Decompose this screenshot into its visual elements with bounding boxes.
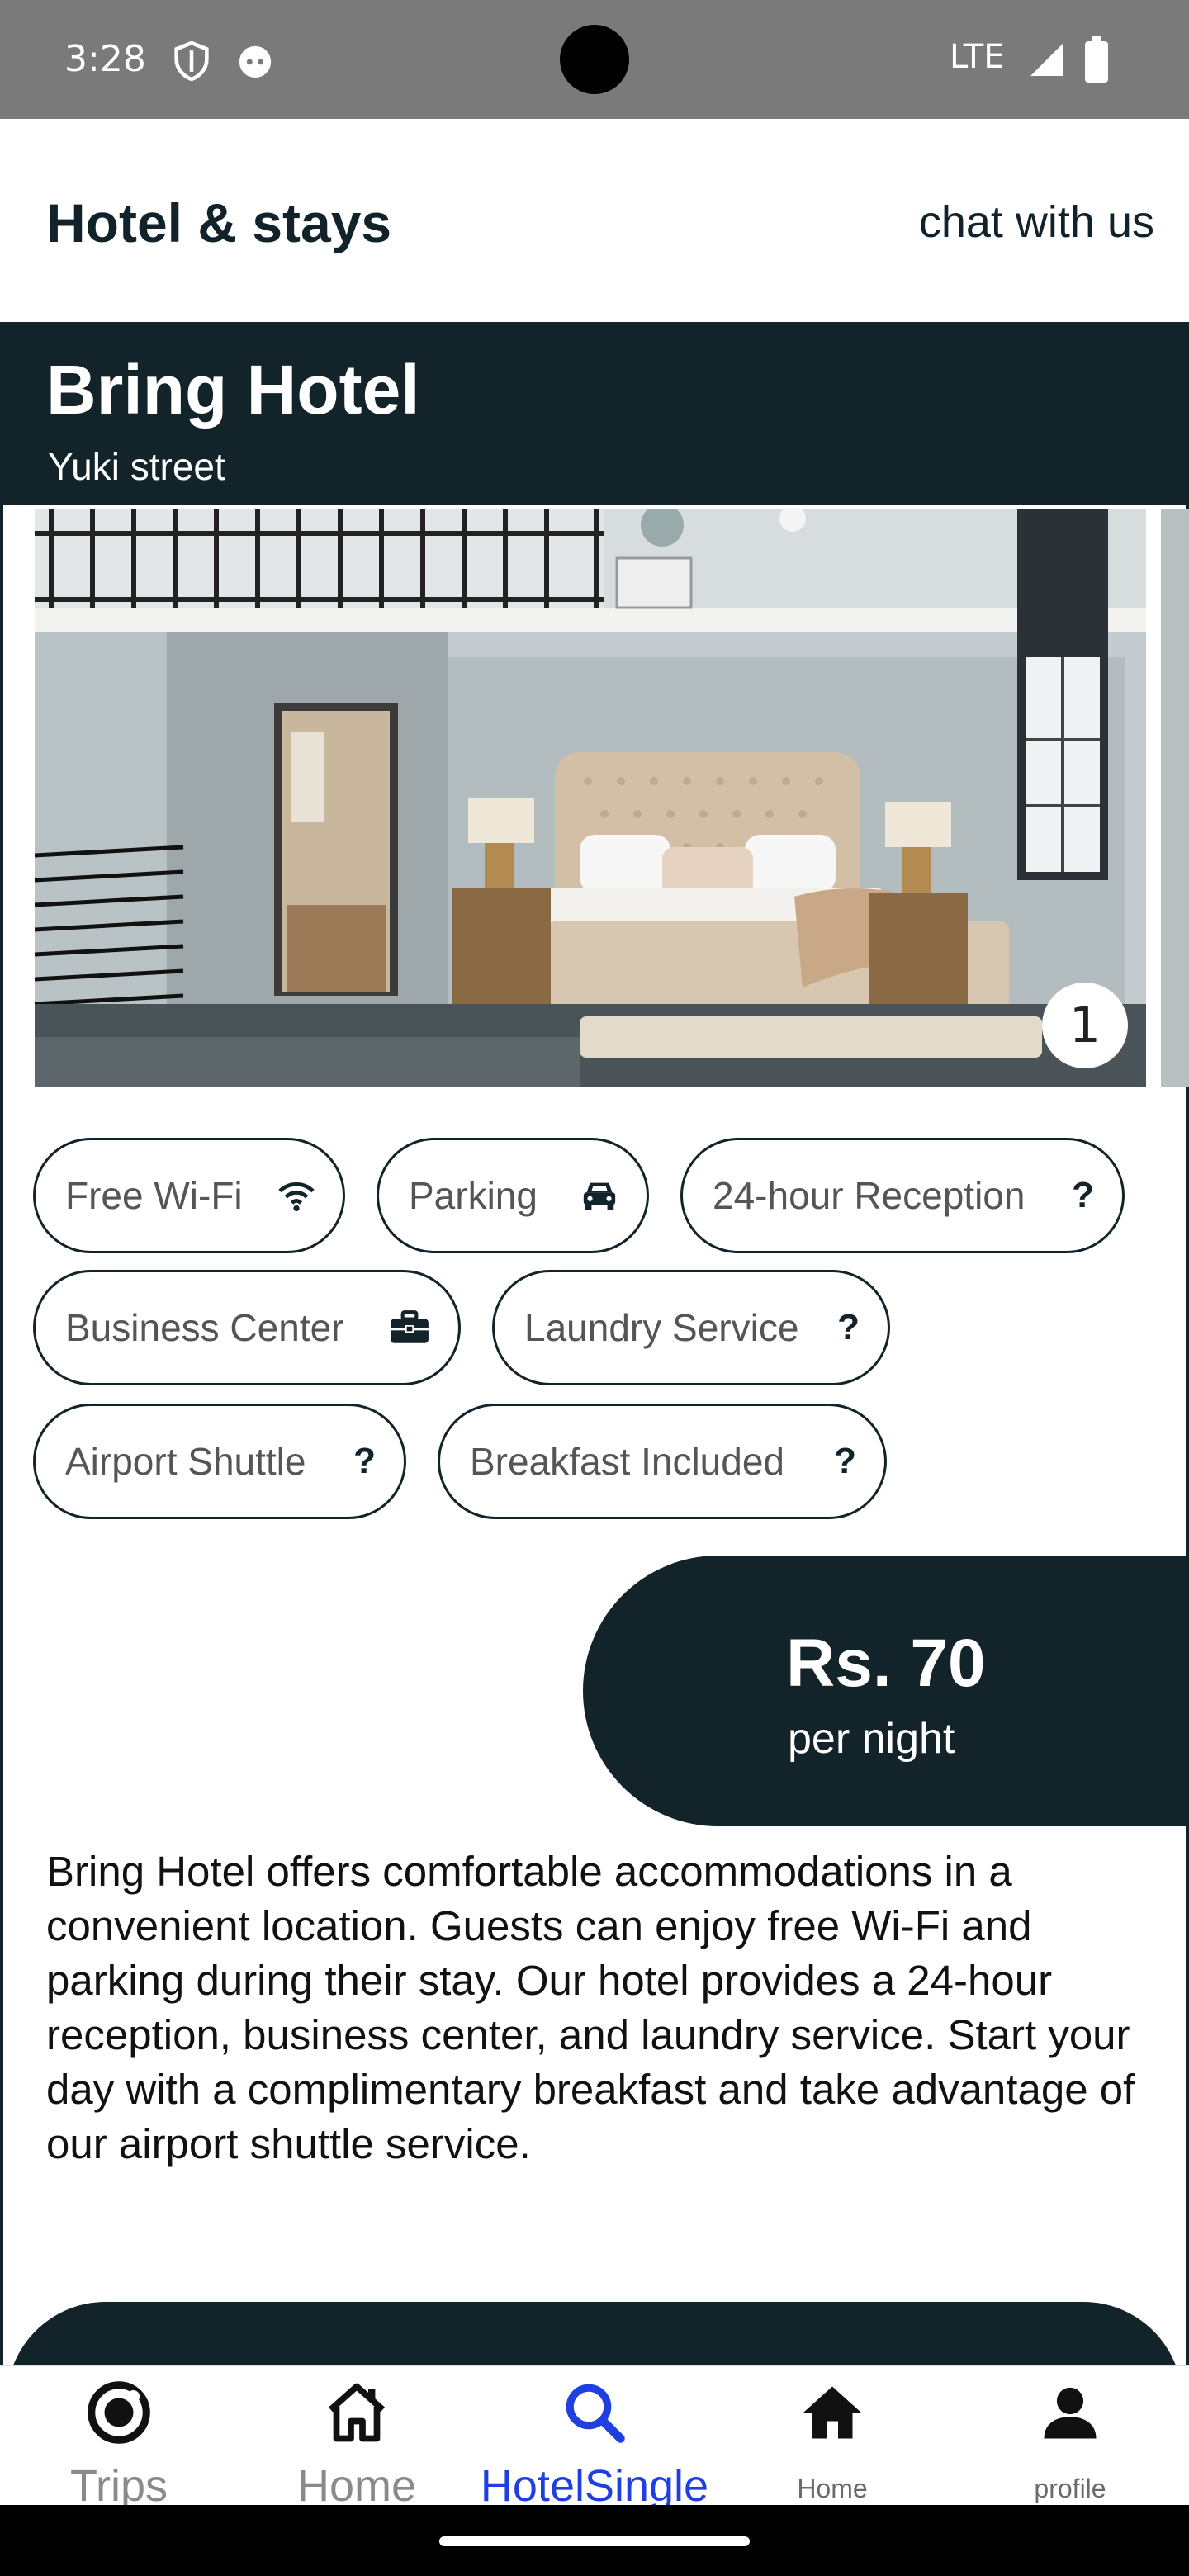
amenity-chip-airport-shuttle[interactable]: Airport Shuttle ? <box>33 1404 406 1519</box>
app-title: Hotel & stays <box>46 192 392 253</box>
shield-icon <box>174 41 209 81</box>
amenity-chip-parking[interactable]: Parking <box>377 1138 649 1253</box>
photo-counter-badge: 1 <box>1042 983 1128 1068</box>
price-amount: Rs. 70 <box>786 1626 986 1701</box>
nav-item-hotelsingle[interactable]: HotelSingle <box>476 2366 713 2511</box>
amenity-chip-breakfast-included[interactable]: Breakfast Included ? <box>438 1404 887 1519</box>
system-navigation-bar <box>0 2505 1189 2576</box>
amenity-label: 24-hour Reception <box>713 1174 1026 1217</box>
home-gesture-handle[interactable] <box>439 2536 750 2546</box>
hotel-room-photo[interactable] <box>35 509 1146 1087</box>
camera-cutout <box>560 25 629 94</box>
app-header: Hotel & stays chat with us <box>0 119 1189 322</box>
wifi-icon <box>278 1179 315 1212</box>
network-label: LTE <box>950 38 1005 76</box>
amenity-chip-laundry-service[interactable]: Laundry Service ? <box>492 1270 890 1385</box>
chat-with-us-link[interactable]: chat with us <box>919 197 1154 248</box>
hotel-name: Bring Hotel <box>46 351 420 429</box>
amenity-label: Business Center <box>65 1306 344 1349</box>
hotel-banner: Bring Hotel Yuki street <box>0 322 1189 505</box>
room-illustration <box>35 509 1146 1087</box>
search-icon <box>566 2384 625 2443</box>
status-time: 3:28 <box>64 38 146 80</box>
nav-item-home-2[interactable]: Home <box>713 2366 951 2507</box>
briefcase-icon <box>389 1310 430 1345</box>
signal-icon <box>1030 43 1063 76</box>
amenity-label: Airport Shuttle <box>65 1440 306 1483</box>
amenity-label: Laundry Service <box>524 1306 799 1349</box>
nav-label: HotelSingle <box>480 2461 709 2511</box>
amenity-chip-business-center[interactable]: Business Center <box>33 1270 461 1385</box>
nav-item-profile[interactable]: profile <box>951 2366 1189 2507</box>
question-icon: ? <box>837 1307 860 1347</box>
nav-label: Home <box>797 2474 868 2503</box>
nav-label: Home <box>296 2461 417 2511</box>
price-unit: per night <box>788 1715 955 1763</box>
amenity-chip-free-wifi[interactable]: Free Wi-Fi <box>33 1138 345 1253</box>
amenity-chip-24-hour-reception[interactable]: 24-hour Reception ? <box>680 1138 1125 1253</box>
car-icon <box>580 1179 618 1212</box>
question-icon: ? <box>834 1441 856 1481</box>
home-filled-icon <box>803 2386 861 2439</box>
battery-icon <box>1085 36 1108 83</box>
status-bar: 3:28 LTE <box>0 0 1189 119</box>
question-icon: ? <box>1072 1175 1094 1215</box>
next-photo-peek[interactable] <box>1161 509 1189 1087</box>
person-icon <box>1044 2387 1097 2439</box>
nav-item-trips[interactable]: Trips <box>0 2366 238 2511</box>
hotel-description: Bring Hotel offers comfortable accommoda… <box>46 1848 1135 2167</box>
nav-label: Trips <box>70 2461 168 2511</box>
hotel-street: Yuki street <box>48 445 225 488</box>
question-icon: ? <box>353 1441 376 1481</box>
amenity-label: Breakfast Included <box>470 1440 785 1483</box>
amenity-label: Free Wi-Fi <box>65 1174 243 1217</box>
notification-face-icon <box>239 45 272 78</box>
nav-item-home[interactable]: Home <box>238 2366 476 2511</box>
price-pill: Rs. 70 per night <box>583 1556 1189 1826</box>
trips-icon <box>88 2381 150 2444</box>
amenity-label: Parking <box>409 1174 538 1217</box>
home-outline-icon <box>328 2383 386 2442</box>
nav-label: profile <box>1034 2474 1106 2503</box>
bottom-navigation: Trips Home HotelSingle Home profile <box>0 2365 1189 2511</box>
